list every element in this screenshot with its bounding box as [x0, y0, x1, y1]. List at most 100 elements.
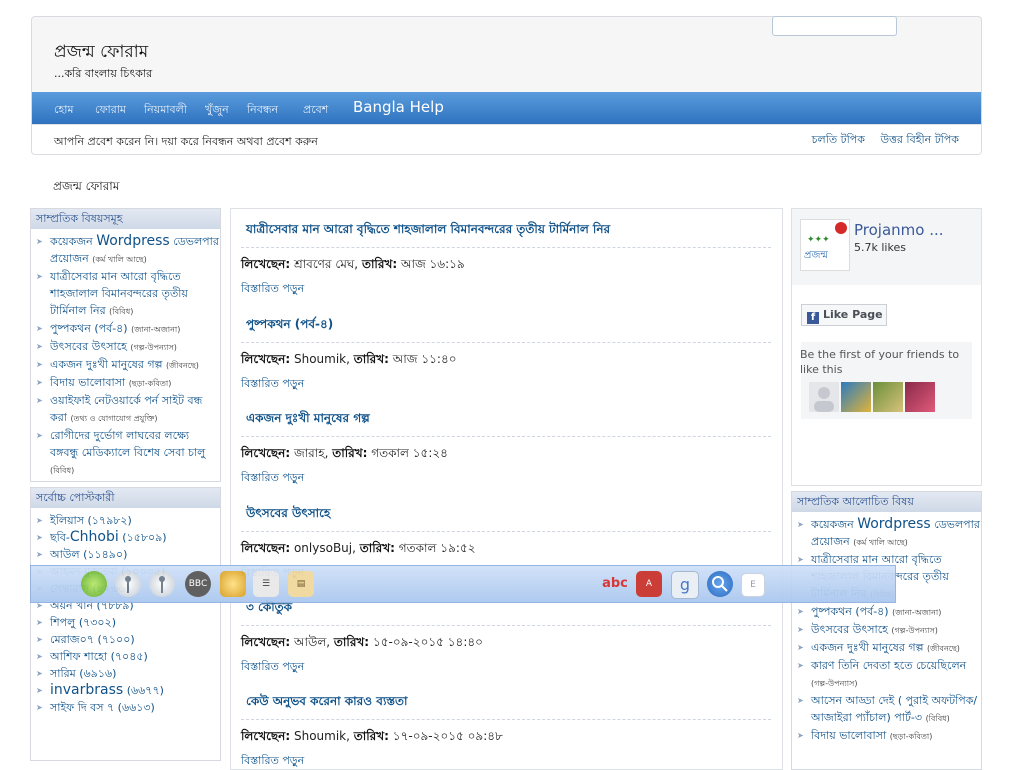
- recent-topic-item[interactable]: যাত্রীসেবার মান আরো বৃদ্ধিতে শাহজালাল বি…: [31, 268, 220, 320]
- item-text: পুষ্পকথন (পর্ব-৪): [50, 322, 128, 335]
- post-author[interactable]: শ্রাবণের মেঘ: [294, 257, 354, 271]
- discussed-topic-item[interactable]: আসেন আড্ডা দেই ( পুরাই অফটপিক/আজাইরা প্য…: [792, 692, 981, 727]
- nav-forum[interactable]: ফোরাম: [95, 101, 126, 120]
- post-title[interactable]: পুষ্পকথন (পর্ব-৪): [241, 316, 771, 343]
- recent-topics-panel: সাম্প্রতিক বিষয়সমূহ কয়েকজন Wordpress ড…: [30, 208, 221, 482]
- recent-topic-item[interactable]: একজন দুঃখী মানুষের গল্প (জীবনছে): [31, 356, 220, 374]
- discussed-topic-item[interactable]: কারণ তিনি দেবতা হতে চেয়েছিলেন (গল্প-উপন…: [792, 657, 981, 692]
- category-tag[interactable]: (জীবনছে): [927, 644, 960, 653]
- discussed-topic-item[interactable]: কয়েকজন Wordpress ডেভলপার প্রয়োজন (কর্ম…: [792, 516, 981, 551]
- breadcrumb[interactable]: প্রজন্ম ফোরাম: [53, 178, 119, 198]
- category-tag[interactable]: (ছড়া-কবিতা): [890, 732, 933, 741]
- discussed-topic-item[interactable]: বিদায় ভালোবাসা (ছড়া-কবিতা): [792, 727, 981, 745]
- read-more-link[interactable]: বিস্তারিত পড়ুন: [241, 375, 771, 394]
- recent-topic-item[interactable]: পুষ্পকথন (পর্ব-৪) (জানা-অজানা): [31, 320, 220, 338]
- top-poster-item[interactable]: আউল (১১৪৯০): [31, 546, 220, 563]
- nav-login[interactable]: প্রবেশ: [303, 101, 328, 120]
- category-tag[interactable]: (কর্ম খালি আছে): [92, 255, 147, 264]
- discussed-topic-item[interactable]: উৎসবের উৎসাহে (গল্প-উপন্যাস): [792, 621, 981, 639]
- discussed-topic-item[interactable]: পুষ্পকথন (পর্ব-৪) (জানা-অজানা): [792, 603, 981, 621]
- category-tag[interactable]: (ছড়া-কবিতা): [129, 379, 172, 388]
- post-item: একজন দুঃখী মানুষের গল্প লিখেছেন: জারাহ, ত…: [241, 410, 771, 488]
- fb-avatar[interactable]: [841, 382, 871, 412]
- fb-page-logo[interactable]: ✦✦✦ প্রজন্ম: [800, 219, 850, 271]
- recent-topic-item[interactable]: উৎসবের উৎসাহে (গল্প-উপন্যাস): [31, 338, 220, 356]
- date-label: তারিখ:: [361, 257, 398, 271]
- recent-topic-item[interactable]: রোগীদের দুর্ভোগ লাঘবের লক্ষ্যে বঙ্গবন্ধু…: [31, 427, 220, 479]
- post-title[interactable]: উৎসবের উৎসাহে: [241, 505, 771, 532]
- nav-rules[interactable]: নিয়মাবলী: [144, 101, 187, 120]
- floating-toolbar: BBC ☰ ▤ abc A g E: [30, 565, 896, 603]
- nav-bangla-help[interactable]: Bangla Help: [353, 98, 444, 116]
- bbc-label: BBC: [188, 579, 208, 589]
- top-poster-item[interactable]: ইলিয়াস (১৭৯৮২): [31, 512, 220, 529]
- post-title[interactable]: কেউ অনুভব করেনা কারও ব্যস্ততা: [241, 693, 771, 720]
- newspaper-icon[interactable]: ▤: [288, 571, 314, 597]
- post-author[interactable]: জারাহ: [294, 446, 325, 460]
- read-more-link[interactable]: বিস্তারিত পড়ুন: [241, 658, 771, 677]
- recent-topic-item[interactable]: কয়েকজন Wordpress ডেভলপার প্রয়োজন (কর্ম…: [31, 233, 220, 268]
- top-poster-item[interactable]: invarbrass (৬৬৭৭): [31, 682, 220, 699]
- site-title[interactable]: প্রজন্ম ফোরাম: [54, 39, 148, 67]
- category-tag[interactable]: (গল্প-উপন্যাস): [130, 343, 176, 352]
- abc-spell-icon[interactable]: abc: [602, 571, 628, 597]
- discussed-topic-item[interactable]: একজন দুঃখী মানুষের গল্প (জীবনছে): [792, 639, 981, 657]
- bbc-icon[interactable]: BBC: [185, 571, 211, 597]
- site-header: প্রজন্ম ফোরাম ...করি বাংলায় চিৎকার হোম …: [31, 16, 982, 155]
- google-icon[interactable]: g: [671, 571, 699, 599]
- post-author[interactable]: Shoumik: [294, 729, 346, 743]
- category-tag[interactable]: (জানা-অজানা): [131, 325, 180, 334]
- category-tag[interactable]: (বিবিধ): [926, 714, 950, 723]
- post-title[interactable]: ৩ কৌতুক: [241, 599, 771, 626]
- read-more-link[interactable]: বিস্তারিত পড়ুন: [241, 469, 771, 488]
- fb-likes-count: 5.7k likes: [854, 241, 906, 254]
- site-tagline: ...করি বাংলায় চিৎকার: [54, 67, 153, 80]
- item-text: উৎসবের উৎসাহে: [811, 623, 888, 636]
- top-poster-item[interactable]: সাইফ দি বস ৭ (৬৬১৩): [31, 699, 220, 716]
- read-more-link[interactable]: বিস্তারিত পড়ুন: [241, 280, 771, 299]
- top-poster-item[interactable]: ছবি-Chhobi (১৫৮০৯): [31, 529, 220, 546]
- category-tag[interactable]: (গল্প-উপন্যাস): [891, 626, 937, 635]
- post-author[interactable]: আউল: [294, 635, 326, 649]
- post-title[interactable]: যাত্রীসেবার মান আরো বৃদ্ধিতে শাহজালাল বি…: [241, 221, 771, 248]
- search-icon[interactable]: [707, 571, 733, 597]
- fb-like-page-button[interactable]: f Like Page: [801, 304, 887, 326]
- fb-avatar[interactable]: [809, 382, 839, 412]
- top-poster-item[interactable]: আশিফ শাহো (৭০৪৫): [31, 648, 220, 665]
- dictionary-icon[interactable]: A: [636, 571, 662, 597]
- active-topics-link[interactable]: চলতি টপিক: [812, 133, 865, 146]
- category-tag[interactable]: (জীবনছে): [166, 361, 199, 370]
- category-tag[interactable]: (বিবিধ): [109, 307, 133, 316]
- chat-bubbles-icon[interactable]: [81, 571, 107, 597]
- item-text: ইলিয়াস (১৭৯৮২): [50, 514, 132, 527]
- read-more-link[interactable]: বিস্তারিত পড়ুন: [241, 752, 771, 769]
- radio-antenna-icon[interactable]: [149, 571, 175, 597]
- recent-topics-list: কয়েকজন Wordpress ডেভলপার প্রয়োজন (কর্ম…: [31, 233, 220, 479]
- category-tag[interactable]: (কর্ম খালি আছে): [853, 538, 908, 547]
- news-icon[interactable]: ☰: [253, 571, 279, 597]
- nav-register[interactable]: নিবন্ধন: [247, 101, 278, 120]
- coins-icon[interactable]: [220, 571, 246, 597]
- category-tag[interactable]: (গল্প-উপন্যাস): [811, 679, 857, 688]
- fb-avatar[interactable]: [873, 382, 903, 412]
- unanswered-topics-link[interactable]: উত্তর বিহীন টপিক: [880, 133, 959, 146]
- nav-home[interactable]: হোম: [54, 101, 74, 120]
- recent-topic-item[interactable]: ওয়াইফাই নেটওয়ার্কে পর্ন সাইট বন্ধ করা …: [31, 392, 220, 427]
- fb-page-name[interactable]: Projanmo ...: [854, 221, 944, 239]
- category-tag[interactable]: (জানা-অজানা): [892, 608, 941, 617]
- fb-avatar[interactable]: [905, 382, 935, 412]
- category-tag[interactable]: (বিবিধ): [50, 466, 74, 475]
- recent-topic-item[interactable]: বিদায় ভালোবাসা (ছড়া-কবিতা): [31, 374, 220, 392]
- top-poster-item[interactable]: মেরাজ০৭ (৭১০০): [31, 631, 220, 648]
- nav-search[interactable]: খুঁজুন: [205, 101, 229, 120]
- post-author[interactable]: onlysoBuj: [294, 541, 352, 555]
- radio-antenna-icon[interactable]: [115, 571, 141, 597]
- top-poster-item[interactable]: সারিম (৬৯১৬): [31, 665, 220, 682]
- e-label: E: [750, 580, 756, 590]
- post-title[interactable]: একজন দুঃখী মানুষের গল্প: [241, 410, 771, 437]
- post-author[interactable]: Shoumik: [294, 352, 346, 366]
- top-poster-item[interactable]: শিপলু (৭৩০২): [31, 614, 220, 631]
- category-tag[interactable]: (তথ্য ও যোগাযোগ প্রযুক্তি): [70, 414, 157, 423]
- toolbar-search-input[interactable]: [772, 16, 897, 36]
- e-icon[interactable]: E: [741, 573, 765, 597]
